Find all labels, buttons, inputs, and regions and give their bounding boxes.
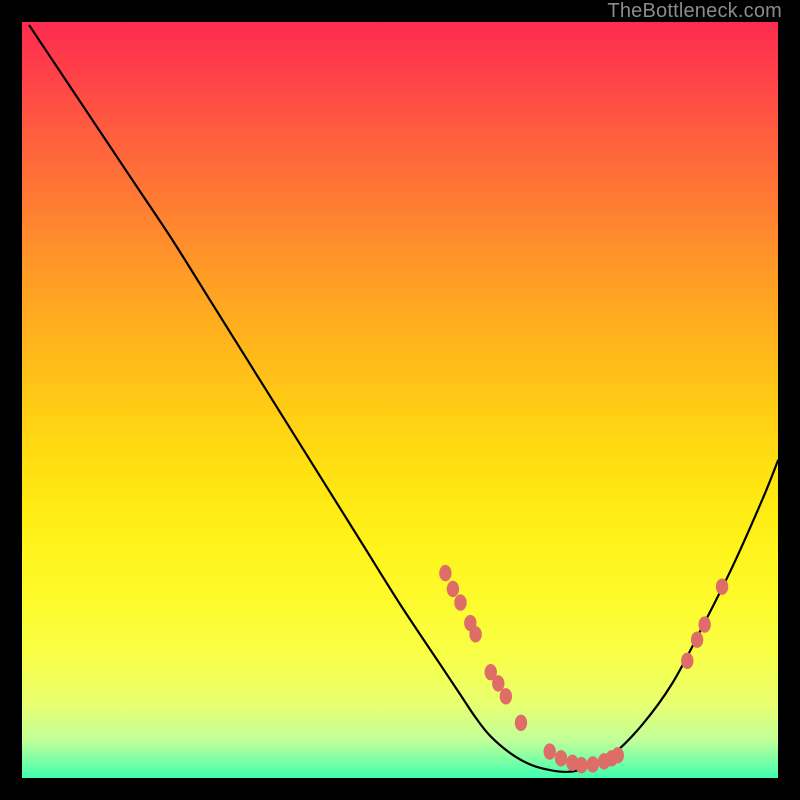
chart-gradient-plot-area [22, 22, 778, 778]
attribution-watermark: TheBottleneck.com [607, 0, 782, 23]
